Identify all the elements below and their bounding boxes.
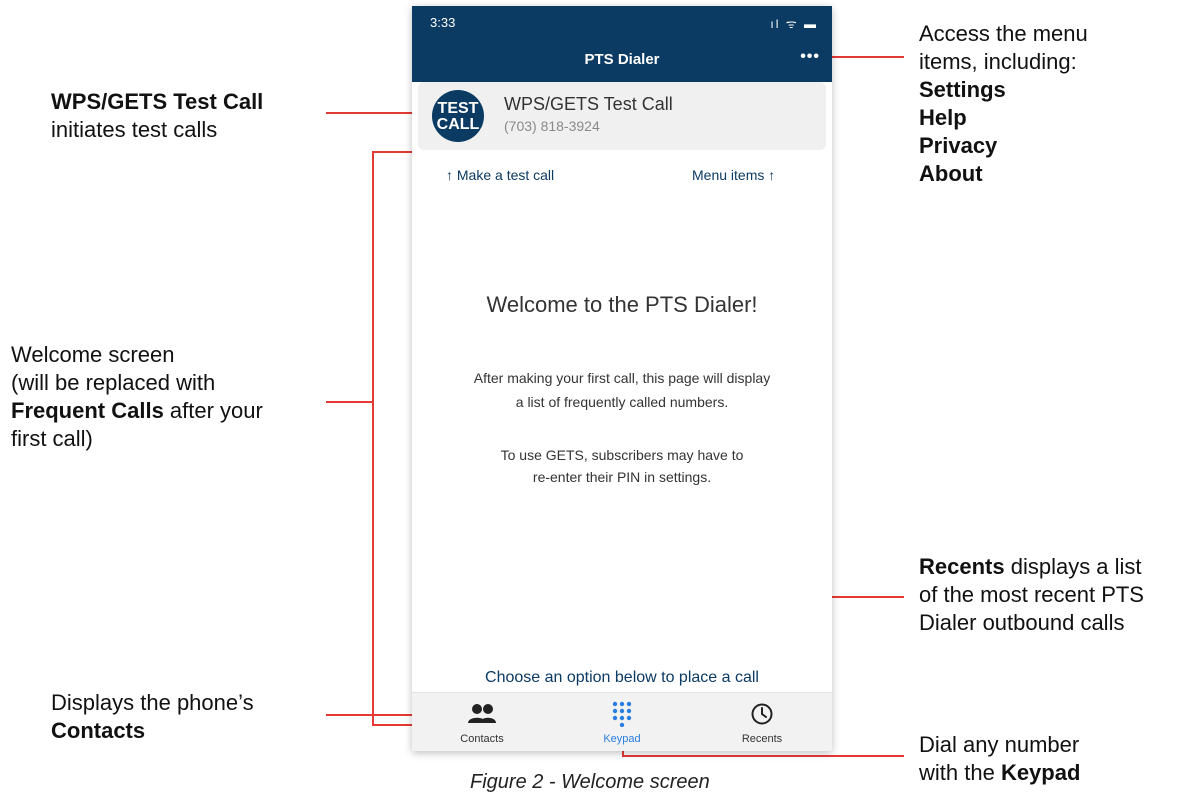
tab-recents[interactable]: Recents: [692, 693, 832, 751]
annotation-bracket-vertical: [372, 151, 374, 726]
welcome-text-line1: After making your first call, this page …: [473, 370, 771, 386]
status-time: 3:33: [430, 15, 456, 30]
nav-bar: PTS Dialer •••: [412, 40, 832, 82]
clock-icon: [692, 701, 832, 727]
keypad-icon: [552, 701, 692, 727]
welcome-title: Welcome to the PTS Dialer!: [486, 292, 758, 317]
page-title: PTS Dialer: [584, 51, 660, 68]
gets-text-line2: re-enter their PIN in settings.: [532, 469, 712, 485]
tab-label-keypad: Keypad: [603, 733, 641, 745]
annotation-line-welcome: [326, 401, 372, 403]
test-call-avatar: TEST CALL: [432, 90, 484, 142]
annotation-menu-item: Privacy: [919, 133, 998, 158]
tab-label-recents: Recents: [741, 733, 783, 745]
annotation-line-menu: [826, 56, 904, 58]
hint-make-test-call: ↑ Make a test call: [446, 167, 555, 183]
annotation-keypad: Dial any number with the Keypad: [919, 732, 1081, 785]
test-call-number: (703) 818-3924: [504, 118, 600, 134]
figure-caption: Figure 2 - Welcome screen: [470, 771, 710, 793]
more-menu-icon[interactable]: •••: [800, 48, 820, 66]
choose-option-text: Choose an option below to place a call: [485, 669, 759, 686]
annotation-line-test-call: [326, 112, 412, 114]
gets-text-line1: To use GETS, subscribers may have to: [500, 447, 744, 463]
test-call-row[interactable]: TEST CALL WPS/GETS Test Call (703) 818-3…: [418, 82, 826, 150]
tab-contacts[interactable]: Contacts: [412, 693, 552, 751]
signal-wifi-battery-icon: ıl ᯤ ▬: [770, 17, 818, 31]
annotation-menu: Access the menu items, including: Settin…: [919, 21, 1088, 186]
tab-bar: Contacts Keypad Recents: [412, 692, 832, 751]
annotation-welcome: Welcome screen (will be replaced with Fr…: [11, 342, 263, 451]
annotation-bracket-top: [372, 151, 412, 153]
test-call-title: WPS/GETS Test Call: [504, 94, 673, 114]
tab-label-contacts: Contacts: [460, 733, 504, 745]
hint-menu-items: Menu items ↑: [692, 167, 776, 183]
welcome-text-line2: a list of frequently called numbers.: [515, 394, 729, 410]
tab-keypad[interactable]: Keypad: [552, 693, 692, 751]
annotation-menu-item: Help: [919, 105, 967, 130]
annotation-line-keypad-h: [622, 755, 904, 757]
contacts-icon: [412, 701, 552, 727]
phone-screen: 3:33 ıl ᯤ ▬ PTS Dialer ••• TEST CALL WPS…: [412, 6, 832, 751]
annotation-menu-item: Settings: [919, 77, 1006, 102]
annotation-recents: Recents displays a list of the most rece…: [919, 554, 1144, 635]
annotation-menu-item: About: [919, 161, 983, 186]
annotation-bracket-bottom: [372, 724, 412, 726]
annotation-test-call: WPS/GETS Test Call initiates test calls: [51, 89, 264, 142]
status-bar: 3:33 ıl ᯤ ▬: [412, 6, 832, 40]
annotation-contacts: Displays the phone’s Contacts: [51, 690, 254, 743]
annotation-line-contacts: [326, 714, 416, 716]
